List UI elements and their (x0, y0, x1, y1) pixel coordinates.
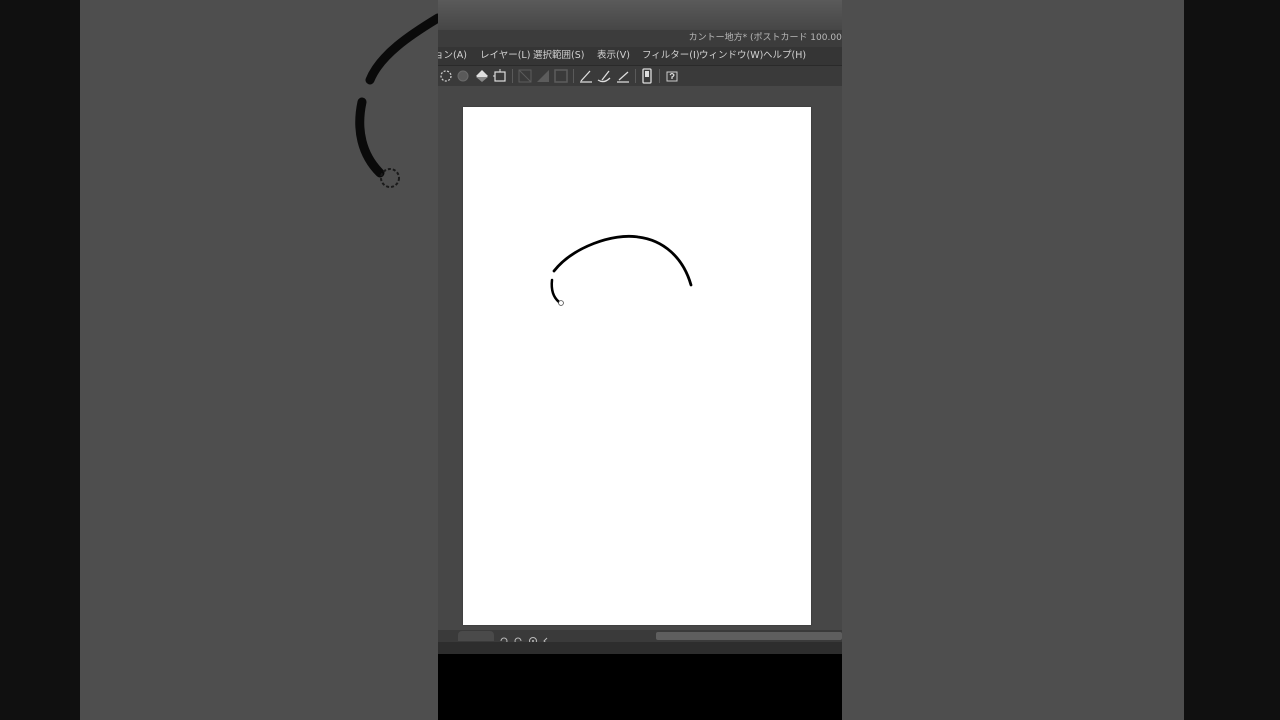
menu-window[interactable]: ウィンドウ(W) (699, 47, 763, 65)
stabilization-icon[interactable] (596, 68, 612, 84)
status-bar (438, 630, 842, 645)
menu-selection[interactable]: 選択範囲(S) (533, 47, 584, 65)
command-bar (438, 66, 842, 86)
canvas-area[interactable] (438, 86, 842, 632)
menu-layer[interactable]: レイヤー(L) (480, 47, 530, 65)
toolbar-separator (573, 69, 574, 83)
menu-help[interactable]: ヘルプ(H) (763, 47, 806, 65)
flip-icon[interactable] (541, 631, 551, 645)
menu-bar: ョン(A) レイヤー(L) 選択範囲(S) 表示(V) フィルター(I) ウィン… (438, 47, 842, 66)
gradient-icon[interactable] (535, 68, 551, 84)
toolbar-separator (512, 69, 513, 83)
selection-launcher-icon[interactable] (438, 68, 454, 84)
title-bar: カントー地方* (ポストカード 100.00 x (438, 30, 842, 47)
transparent-area-icon[interactable] (455, 68, 471, 84)
menu-filter[interactable]: フィルター(I) (642, 47, 700, 65)
horizontal-scrollbar[interactable] (656, 632, 842, 640)
app-window: カントー地方* (ポストカード 100.00 x ョン(A) レイヤー(L) 選… (438, 0, 842, 720)
rotate-right-icon[interactable] (513, 631, 523, 645)
navigator-thumbnail[interactable] (458, 631, 494, 641)
rotate-left-icon[interactable] (499, 631, 509, 645)
drawing-canvas[interactable] (463, 107, 811, 625)
reset-view-icon[interactable] (528, 631, 538, 645)
fill-icon[interactable] (474, 68, 490, 84)
blurred-stroke (355, 13, 438, 188)
panel-divider (438, 642, 842, 654)
transform-icon[interactable] (492, 68, 508, 84)
device-icon[interactable] (639, 68, 655, 84)
window-title: カントー地方* (ポストカード 100.00 x (688, 33, 842, 43)
window-top-strip (438, 0, 842, 30)
pen-pressure-icon[interactable] (615, 68, 631, 84)
blurred-background-left (80, 0, 438, 720)
toolbar-separator (659, 69, 660, 83)
line-correction-icon[interactable] (578, 68, 594, 84)
video-black-bar (438, 654, 842, 720)
menu-animation[interactable]: ョン(A) (438, 47, 467, 65)
blurred-background-right (842, 0, 1184, 720)
drawn-stroke (550, 234, 693, 306)
ruler-snap-icon[interactable] (517, 68, 533, 84)
frame-icon[interactable] (553, 68, 569, 84)
toolbar-separator (635, 69, 636, 83)
menu-view[interactable]: 表示(V) (597, 47, 630, 65)
help-icon[interactable] (664, 68, 680, 84)
